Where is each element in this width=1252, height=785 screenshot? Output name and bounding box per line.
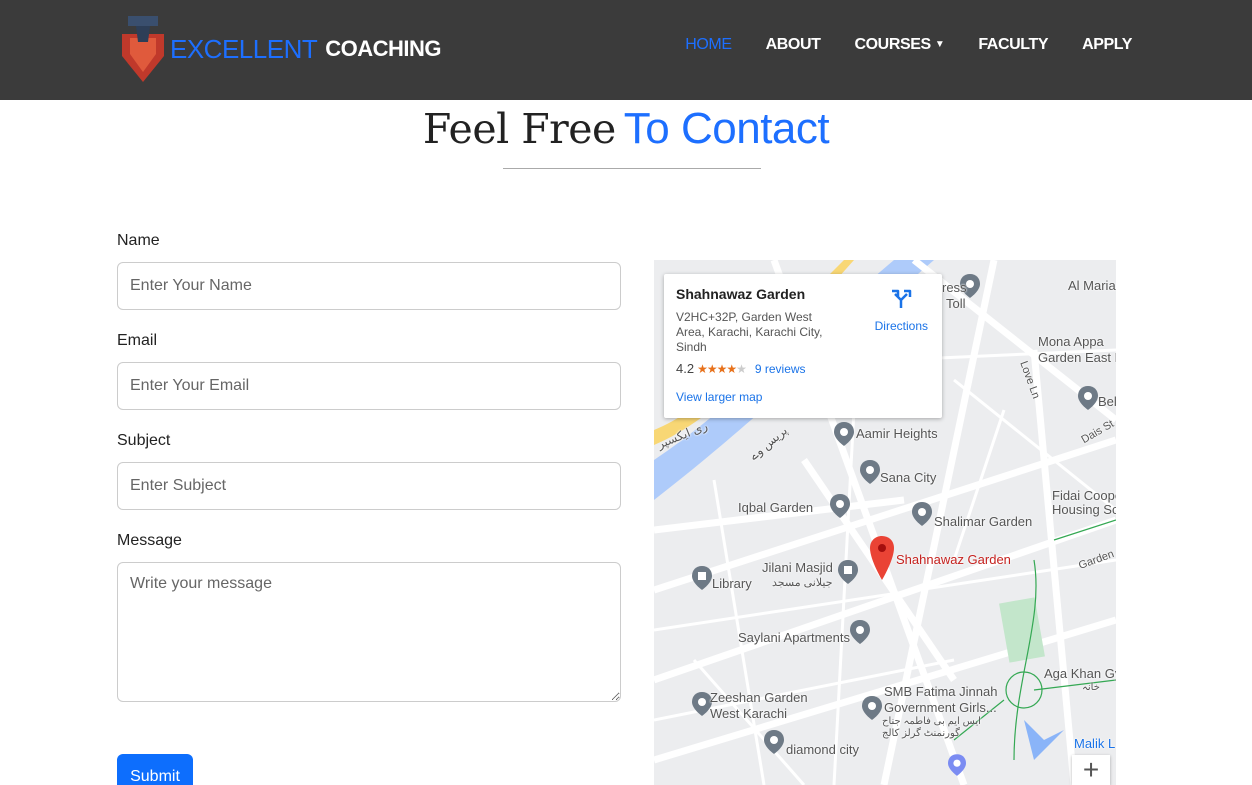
map-pin-icon[interactable]: [1078, 386, 1098, 410]
brand-name-secondary: COACHING: [325, 36, 442, 61]
subject-label: Subject: [117, 432, 171, 449]
rating-value: 4.2: [676, 361, 695, 376]
contact-form: Name Email Subject Message Submit: [117, 232, 621, 785]
map-pin-icon[interactable]: [834, 422, 854, 446]
place-info-card: Shahnawaz Garden V2HC+32P, Garden West A…: [664, 274, 942, 418]
map-label-smb-urdu-1: ایس ایم بی فاطمہ جناح: [882, 716, 981, 727]
directions-icon: [892, 289, 912, 308]
map-label-bel: Bel: [1098, 394, 1116, 409]
map-label-smb-2: Government Girls...: [884, 700, 997, 715]
message-label: Message: [117, 532, 182, 549]
map-label-shalimar: Shalimar Garden: [934, 514, 1033, 529]
map-pin-icon[interactable]: [860, 460, 880, 484]
map-label-smb-urdu-2: گورنمنٹ گرلز کالج: [882, 728, 960, 739]
map-label-jilani: Jilani Masjid: [762, 560, 833, 575]
page-title-part-a: Feel Free: [422, 105, 616, 153]
map-label-fidai-1: Fidai Cooper: [1052, 488, 1116, 503]
map-pin-icon[interactable]: [830, 494, 850, 518]
map-label-agakhan: Aga Khan Gy: [1044, 666, 1116, 681]
school-pin-icon[interactable]: [862, 696, 882, 720]
directions-button[interactable]: Directions: [875, 288, 928, 333]
map-label-malik: Malik L: [1074, 736, 1116, 751]
shopping-pin-icon[interactable]: [948, 754, 966, 776]
name-label: Name: [117, 232, 160, 249]
brand-name-primary: EXCELLENT: [170, 33, 318, 64]
map-label-zeeshan-1: Zeeshan Garden: [710, 690, 808, 705]
location-pin-icon[interactable]: [870, 536, 894, 580]
caret-down-icon: ▼: [934, 39, 945, 50]
nav-courses-dropdown[interactable]: COURSES ▼: [854, 36, 944, 54]
name-input[interactable]: [117, 262, 621, 310]
view-larger-map-link[interactable]: View larger map: [676, 390, 930, 404]
map-label-diamond: diamond city: [786, 742, 859, 757]
map-label-iqbal: Iqbal Garden: [738, 500, 814, 515]
map-label-saylani: Saylani Apartments: [738, 630, 851, 645]
brand-logo-link[interactable]: EXCELLENT COACHING: [118, 12, 442, 86]
nav-home[interactable]: HOME: [685, 36, 732, 54]
nav-faculty[interactable]: FACULTY: [978, 36, 1048, 54]
map-label-fidai-2: Housing Sc: [1052, 502, 1116, 517]
shield-logo-icon: [122, 16, 164, 82]
page-title-part-b: To Contact: [623, 104, 830, 153]
zoom-in-button[interactable]: +: [1072, 754, 1110, 785]
map-pin-icon[interactable]: [692, 692, 712, 716]
map-label-toll-1: ress: [942, 280, 967, 295]
map-pin-icon[interactable]: [912, 502, 932, 526]
map-label-toll-2: Toll: [946, 296, 966, 311]
page-title: Feel Free To Contact: [0, 104, 1252, 154]
place-address: V2HC+32P, Garden West Area, Karachi, Kar…: [676, 310, 823, 354]
map-label-almaria: Al Maria: [1068, 278, 1116, 293]
map-label-sana: Sana City: [880, 470, 937, 485]
map-label-shahnawaz: Shahnawaz Garden: [896, 552, 1011, 567]
directions-label: Directions: [874, 319, 928, 333]
map-label-smb-1: SMB Fatima Jinnah: [884, 684, 998, 699]
mosque-pin-icon[interactable]: [838, 560, 858, 584]
nav-courses-label: COURSES: [854, 36, 931, 53]
place-rating: 4.2 ★★★★★ 9 reviews: [676, 361, 930, 376]
reviews-link[interactable]: 9 reviews: [755, 362, 806, 376]
nav-apply[interactable]: APPLY: [1082, 36, 1132, 54]
title-divider: [503, 168, 761, 169]
email-label: Email: [117, 332, 158, 349]
rating-stars-icon: ★★★★★: [697, 361, 747, 376]
nav-about[interactable]: ABOUT: [766, 36, 821, 54]
map-label-library: Library: [712, 576, 752, 591]
message-textarea[interactable]: [117, 562, 621, 702]
map-label-jilani-urdu: جیلانی مسجد: [772, 577, 833, 589]
map-label-agakhan-urdu: خانہ: [1082, 682, 1100, 693]
email-input[interactable]: [117, 362, 621, 410]
main-nav: HOME ABOUT COURSES ▼ FACULTY APPLY: [685, 36, 1132, 54]
map-pin-icon[interactable]: [764, 730, 784, 754]
map-label-aamir: Aamir Heights: [856, 426, 938, 441]
library-pin-icon[interactable]: [692, 566, 712, 590]
map-label-mona-1: Mona Appa: [1038, 334, 1104, 349]
map-pin-icon[interactable]: [850, 620, 870, 644]
submit-button[interactable]: Submit: [117, 754, 193, 785]
google-map-embed[interactable]: Shahnawaz Garden V2HC+32P, Garden West A…: [654, 260, 1116, 785]
map-label-zeeshan-2: West Karachi: [710, 706, 788, 721]
navbar: EXCELLENT COACHING HOME ABOUT COURSES ▼ F…: [0, 0, 1252, 100]
subject-input[interactable]: [117, 462, 621, 510]
map-label-mona-2: Garden East K: [1038, 350, 1116, 365]
